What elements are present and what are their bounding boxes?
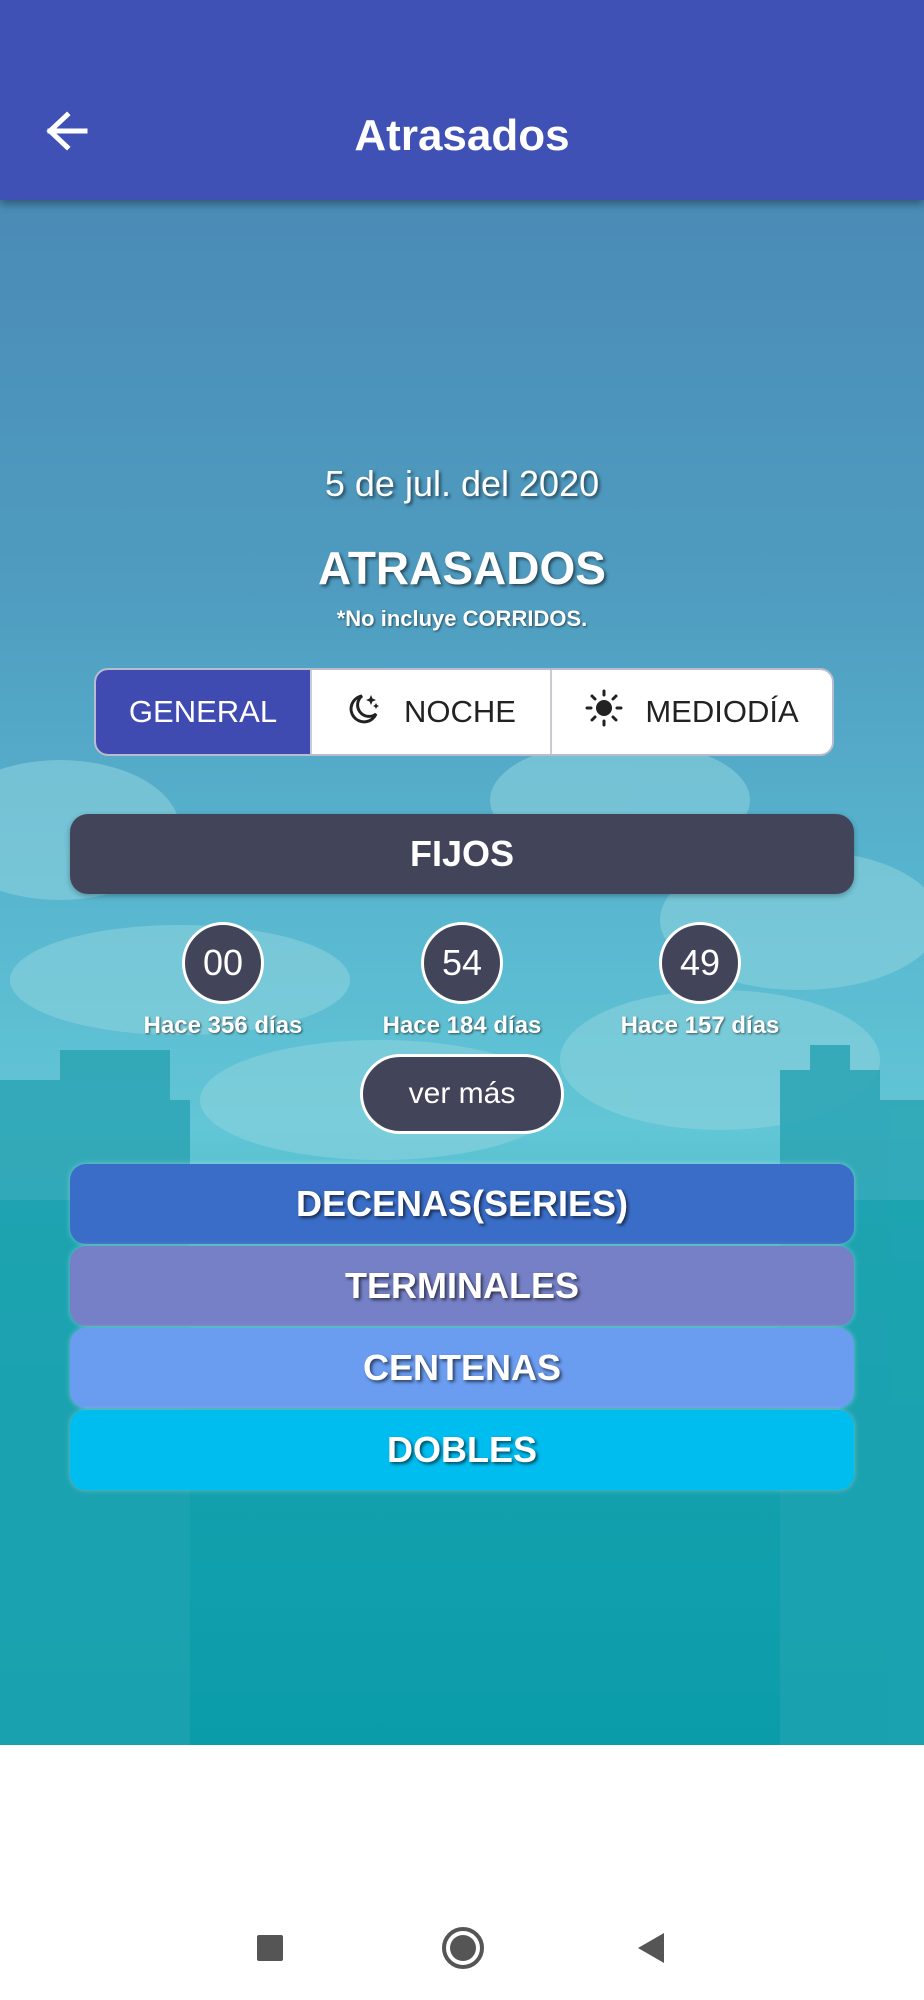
draw-type-segmented-control: GENERAL NOCHE MEDIODÍA [94, 668, 834, 756]
terminales-button[interactable]: TERMINALES [70, 1246, 854, 1326]
fijo-number: 00 [182, 922, 264, 1004]
fijo-days-label: Hace 356 días [143, 1012, 303, 1039]
fijos-header[interactable]: FIJOS [70, 814, 854, 894]
recents-square-icon[interactable] [242, 1920, 298, 1976]
dobles-button[interactable]: DOBLES [70, 1410, 854, 1490]
fijo-item[interactable]: 54 Hace 184 días [342, 922, 582, 1040]
ver-mas-button[interactable]: ver más [360, 1054, 564, 1134]
segment-general-label: GENERAL [128, 694, 278, 729]
fijo-number: 49 [659, 922, 741, 1004]
fijo-days-label: Hace 157 días [620, 1012, 780, 1039]
date-label: 5 de jul. del 2020 [324, 463, 600, 504]
main-content: 5 de jul. del 2020 ATRASADOS *No incluye… [0, 200, 924, 1745]
note-text: *No incluye CORRIDOS. [336, 606, 588, 631]
back-triangle-icon[interactable] [623, 1920, 679, 1976]
sun-icon [585, 689, 623, 735]
system-nav-bar [0, 1892, 924, 2000]
fijo-number: 54 [421, 922, 503, 1004]
centenas-button[interactable]: CENTENAS [70, 1328, 854, 1408]
segment-mediodia[interactable]: MEDIODÍA [550, 670, 832, 754]
page-heading: ATRASADOS [318, 542, 606, 594]
app-bar: Atrasados [0, 0, 924, 200]
moon-stars-icon [346, 690, 382, 734]
segment-general[interactable]: GENERAL [96, 670, 310, 754]
home-circle-icon[interactable] [435, 1920, 491, 1976]
decenas-series-button[interactable]: DECENAS(SERIES) [70, 1164, 854, 1244]
app-title: Atrasados [354, 111, 570, 160]
fijo-item[interactable]: 49 Hace 157 días [580, 922, 820, 1040]
fijo-item[interactable]: 00 Hace 356 días [103, 922, 343, 1040]
fijo-days-label: Hace 184 días [382, 1012, 542, 1039]
segment-noche-label: NOCHE [404, 694, 516, 729]
segment-noche[interactable]: NOCHE [310, 670, 550, 754]
segment-mediodia-label: MEDIODÍA [645, 694, 799, 729]
